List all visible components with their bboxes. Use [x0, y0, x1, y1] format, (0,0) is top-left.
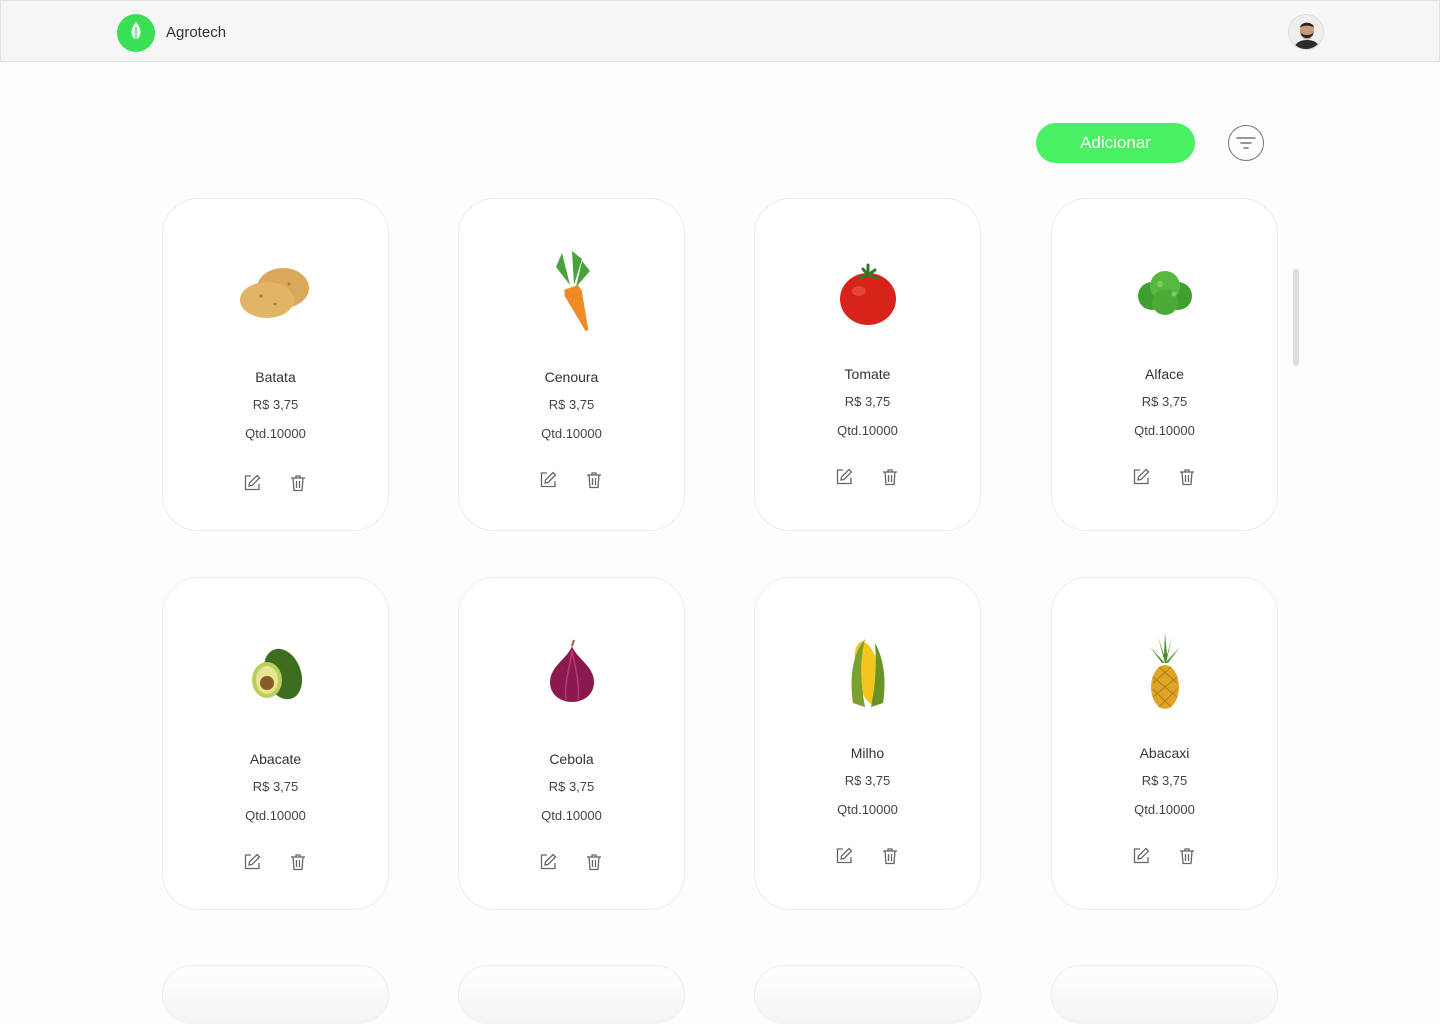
- product-card[interactable]: Milho R$ 3,75 Qtd.10000: [754, 577, 981, 910]
- filter-icon[interactable]: [1228, 125, 1264, 161]
- edit-icon[interactable]: [538, 852, 558, 872]
- product-card[interactable]: Cenoura R$ 3,75 Qtd.10000: [458, 198, 685, 531]
- product-name: Alface: [1145, 366, 1184, 382]
- edit-icon[interactable]: [242, 852, 262, 872]
- product-quantity: Qtd.10000: [1134, 423, 1195, 438]
- product-quantity: Qtd.10000: [541, 808, 602, 823]
- edit-icon[interactable]: [1131, 846, 1151, 866]
- potato-icon: [226, 249, 326, 339]
- product-price: R$ 3,75: [548, 397, 595, 412]
- product-price: R$ 3,75: [252, 397, 299, 412]
- corn-icon: [818, 628, 918, 718]
- trash-icon[interactable]: [288, 852, 308, 872]
- trash-icon[interactable]: [288, 473, 308, 493]
- product-card[interactable]: [754, 965, 981, 1024]
- product-price: R$ 3,75: [548, 779, 595, 794]
- product-name: Cebola: [549, 751, 594, 767]
- product-quantity: Qtd.10000: [245, 426, 306, 441]
- trash-icon[interactable]: [880, 846, 900, 866]
- lettuce-icon: [1115, 249, 1215, 339]
- top-bar: Agrotech: [0, 0, 1440, 62]
- avocado-icon: [226, 628, 326, 718]
- product-name: Abacate: [249, 751, 302, 767]
- edit-icon[interactable]: [834, 846, 854, 866]
- tomato-icon: [818, 249, 918, 339]
- product-name: Abacaxi: [1139, 745, 1190, 761]
- product-quantity: Qtd.10000: [837, 802, 898, 817]
- trash-icon[interactable]: [1177, 467, 1197, 487]
- product-card[interactable]: [1051, 965, 1278, 1024]
- pineapple-icon: [1115, 628, 1215, 718]
- product-price: R$ 3,75: [252, 779, 299, 794]
- edit-icon[interactable]: [834, 467, 854, 487]
- add-button[interactable]: Adicionar: [1036, 123, 1195, 163]
- product-card[interactable]: Batata R$ 3,75 Qtd.10000: [162, 198, 389, 531]
- carrot-icon: [522, 249, 622, 339]
- product-card[interactable]: [458, 965, 685, 1024]
- trash-icon[interactable]: [880, 467, 900, 487]
- product-price: R$ 3,75: [844, 773, 891, 788]
- product-card[interactable]: Tomate R$ 3,75 Qtd.10000: [754, 198, 981, 531]
- product-price: R$ 3,75: [1141, 773, 1188, 788]
- trash-icon[interactable]: [584, 852, 604, 872]
- brand-name: Agrotech: [166, 24, 227, 41]
- edit-icon[interactable]: [1131, 467, 1151, 487]
- trash-icon[interactable]: [584, 470, 604, 490]
- product-name: Batata: [255, 369, 296, 385]
- product-quantity: Qtd.10000: [245, 808, 306, 823]
- product-card[interactable]: Alface R$ 3,75 Qtd.10000: [1051, 198, 1278, 531]
- product-card[interactable]: [162, 965, 389, 1024]
- edit-icon[interactable]: [538, 470, 558, 490]
- product-quantity: Qtd.10000: [541, 426, 602, 441]
- product-quantity: Qtd.10000: [1134, 802, 1195, 817]
- user-avatar[interactable]: [1288, 14, 1324, 50]
- leaf-icon[interactable]: [117, 14, 155, 52]
- product-name: Milho: [850, 745, 885, 761]
- scrollbar-thumb[interactable]: [1293, 269, 1299, 366]
- product-name: Cenoura: [544, 369, 599, 385]
- product-price: R$ 3,75: [1141, 394, 1188, 409]
- product-name: Tomate: [844, 366, 891, 382]
- product-price: R$ 3,75: [844, 394, 891, 409]
- product-card[interactable]: Abacate R$ 3,75 Qtd.10000: [162, 577, 389, 910]
- product-quantity: Qtd.10000: [837, 423, 898, 438]
- onion-icon: [522, 628, 622, 718]
- edit-icon[interactable]: [242, 473, 262, 493]
- product-card[interactable]: Cebola R$ 3,75 Qtd.10000: [458, 577, 685, 910]
- product-card[interactable]: Abacaxi R$ 3,75 Qtd.10000: [1051, 577, 1278, 910]
- trash-icon[interactable]: [1177, 846, 1197, 866]
